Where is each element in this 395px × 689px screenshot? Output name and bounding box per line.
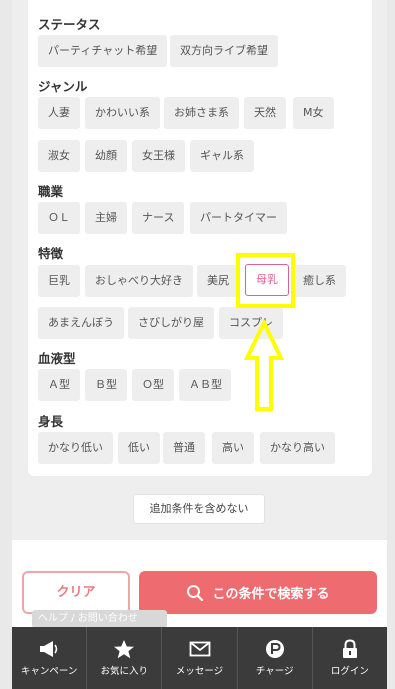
tab-charge[interactable]: チャージ	[238, 627, 313, 689]
tag-blood-o[interactable]: Ｏ型	[132, 369, 174, 401]
help-link-peek[interactable]: ヘルプ / お問い合わせ	[32, 610, 167, 628]
tag-genre-6[interactable]: 淑女	[38, 140, 80, 172]
search-icon	[187, 584, 204, 601]
tag-genre-2[interactable]: かわいい系	[85, 97, 160, 129]
tag-blood-a[interactable]: Ａ型	[38, 369, 80, 401]
tag-height-2[interactable]: 低い	[118, 432, 160, 464]
tag-genre-1[interactable]: 人妻	[38, 97, 80, 129]
tag-feature-6[interactable]: あまえんぼう	[38, 307, 124, 339]
tab-favorites-label: お気に入り	[100, 666, 149, 677]
tag-height-3[interactable]: 普通	[163, 432, 205, 464]
page: ステータス パーティチャット希望 双方向ライブ希望 ジャンル 人妻 かわいい系 …	[0, 0, 395, 689]
exclude-conditions-button[interactable]: 追加条件を含めない	[133, 494, 265, 524]
tab-favorites[interactable]: お気に入り	[87, 627, 163, 689]
point-coin-icon	[265, 640, 284, 658]
tag-job-4[interactable]: パートタイマー	[190, 202, 287, 234]
search-button[interactable]: この条件で検索する	[139, 571, 377, 614]
tag-feature-5[interactable]: 癒し系	[293, 265, 346, 297]
tag-height-4[interactable]: 高い	[212, 432, 254, 464]
filter-card	[28, 0, 372, 476]
clear-button[interactable]: クリア	[22, 571, 130, 614]
tag-feature-1[interactable]: 巨乳	[38, 265, 80, 297]
tag-genre-7[interactable]: 幼顔	[85, 140, 127, 172]
tag-feature-2[interactable]: おしゃべり大好き	[85, 265, 193, 297]
tab-charge-label: チャージ	[255, 666, 294, 677]
megaphone-icon	[40, 641, 58, 657]
section-title-status: ステータス	[38, 17, 101, 32]
tab-campaign[interactable]: キャンペーン	[12, 627, 88, 689]
tag-genre-3[interactable]: お姉さま系	[164, 97, 239, 129]
tag-two-way-live[interactable]: 双方向ライブ希望	[170, 35, 278, 67]
envelope-icon	[189, 641, 210, 657]
tag-job-2[interactable]: 主婦	[85, 202, 127, 234]
tab-message[interactable]: メッセージ	[162, 627, 238, 689]
section-title-blood: 血液型	[38, 351, 76, 366]
tab-login-label: ログイン	[330, 666, 369, 677]
tab-campaign-label: キャンペーン	[20, 666, 78, 677]
tag-genre-8[interactable]: 女王様	[132, 140, 185, 172]
up-arrow-annotation	[244, 320, 284, 411]
lock-icon	[342, 639, 357, 658]
bottom-tab-bar: キャンペーン お気に入り メッセージ チャージ ログイン	[12, 627, 387, 689]
tag-height-1[interactable]: かなり低い	[38, 432, 113, 464]
tag-blood-ab[interactable]: ＡＢ型	[179, 369, 231, 401]
tag-feature-3[interactable]: 美尻	[197, 265, 239, 297]
tag-height-5[interactable]: かなり高い	[260, 432, 335, 464]
section-title-job: 職業	[38, 184, 64, 199]
star-icon	[114, 640, 135, 659]
search-button-label: この条件で検索する	[212, 587, 330, 602]
tab-login[interactable]: ログイン	[313, 627, 387, 689]
highlight-box	[236, 253, 295, 308]
tag-feature-7[interactable]: さびしがり屋	[128, 307, 214, 339]
tag-genre-9[interactable]: ギャル系	[190, 140, 254, 172]
tag-job-3[interactable]: ナース	[132, 202, 185, 234]
tag-genre-5[interactable]: M女	[293, 97, 334, 129]
tab-message-label: メッセージ	[175, 666, 224, 677]
tag-blood-b[interactable]: Ｂ型	[85, 369, 127, 401]
section-title-feature: 特徴	[38, 246, 64, 261]
tag-genre-4[interactable]: 天然	[244, 97, 286, 129]
section-title-height: 身長	[38, 414, 64, 429]
tag-party-chat[interactable]: パーティチャット希望	[38, 35, 168, 67]
tag-job-1[interactable]: ＯＬ	[38, 202, 80, 234]
section-title-genre: ジャンル	[38, 79, 88, 94]
